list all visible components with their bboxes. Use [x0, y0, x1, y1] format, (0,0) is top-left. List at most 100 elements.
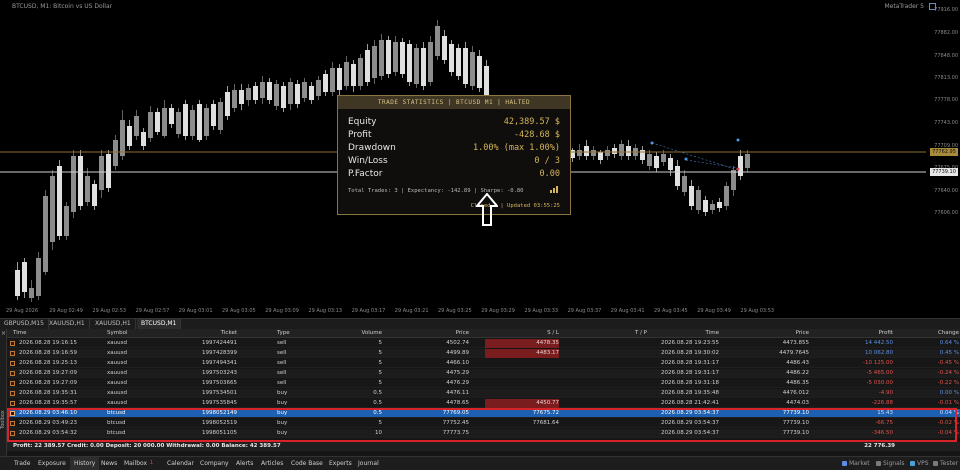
candle: [428, 36, 433, 86]
column-header[interactable]: T / P: [567, 329, 647, 338]
table-cell: [567, 359, 647, 368]
candle: [281, 82, 286, 112]
tab-gbpusd-m15[interactable]: GBPUSD,M15: [0, 319, 49, 329]
signals-button[interactable]: Signals: [876, 457, 905, 470]
table-row[interactable]: 2026.08.28 19:27:09 xauusd 1997503665 sell 5…: [7, 379, 960, 388]
tab-xauusd-h1[interactable]: XAUUSD,H1: [45, 319, 90, 329]
close-icon[interactable]: ×: [1, 330, 6, 337]
stats-header: TRADE STATISTICS | BTCUSD M1 | HALTED: [338, 96, 570, 109]
column-header[interactable]: Type: [277, 329, 317, 338]
table-cell: [567, 419, 647, 428]
candle: [43, 190, 48, 275]
chart-area[interactable]: BTCUSD, M1: Bitcoin vs US Dollar MetaTra…: [0, 0, 960, 318]
column-header[interactable]: Time: [13, 329, 83, 338]
candle: [731, 166, 736, 196]
table-row[interactable]: 2026.08.28 19:25:13 xauusd 1997494341 sell 5…: [7, 359, 960, 368]
table-cell: 77739.10: [782, 410, 809, 416]
candle: [372, 40, 377, 84]
candle: [316, 76, 321, 100]
time-tick-label: 29 Aug 03:17: [351, 308, 386, 314]
tab-calendar[interactable]: Calendar: [167, 457, 194, 470]
table-row[interactable]: 2026.08.28 19:16:59 xauusd 1997428399 sell 5…: [7, 349, 960, 358]
candle: [724, 182, 729, 210]
table-cell: sell: [277, 380, 287, 386]
tab-experts[interactable]: Experts: [329, 457, 352, 470]
tab-alerts[interactable]: Alerts: [236, 457, 253, 470]
table-cell: 4476.11: [446, 390, 469, 396]
column-header[interactable]: Ticket: [157, 329, 237, 338]
table-cell: sell: [277, 370, 287, 376]
table-cell: 5: [378, 380, 383, 386]
candle: [295, 80, 300, 108]
candle: [379, 34, 384, 80]
column-header[interactable]: Price: [727, 329, 809, 338]
table-row[interactable]: 2026.08.29 03:49:23 btcusd 1998052519 buy 5 7…: [7, 419, 960, 428]
trade-marker[interactable]: [736, 138, 740, 142]
price-tick-label: 77743.00: [934, 120, 958, 126]
tab-history[interactable]: History: [70, 457, 100, 470]
trade-marker[interactable]: [684, 157, 688, 161]
up-arrow-annotation: [476, 193, 498, 226]
table-cell: [485, 359, 559, 368]
trade-marker[interactable]: [736, 167, 740, 171]
bottom-tab-bar: Trade Exposure History News Mailbox 1 Ca…: [0, 456, 960, 470]
table-cell: 1997424491: [202, 340, 237, 346]
candle: [50, 170, 55, 250]
table-row[interactable]: 2026.08.28 19:27:09 xauusd 1997503243 sell 5…: [7, 369, 960, 378]
tab-btcusd-m1[interactable]: BTCUSD,M1: [137, 319, 182, 329]
tab-mailbox[interactable]: Mailbox: [124, 457, 147, 470]
candle: [246, 84, 251, 106]
column-header[interactable]: Volume: [337, 329, 382, 338]
tab-news[interactable]: News: [101, 457, 117, 470]
stats-value: 0 / 3: [534, 156, 560, 166]
time-tick-label: 29 Aug 03:33: [524, 308, 559, 314]
time-tick-label: 29 Aug 03:45: [654, 308, 688, 314]
table-cell: 2026.08.28 19:35:57: [19, 400, 77, 406]
candle: [253, 82, 258, 104]
table-row[interactable]: 2026.08.28 19:35:31 xauusd 1997534501 buy 0.…: [7, 389, 960, 398]
price-scale[interactable]: 77916.00 77882.00 77848.00 77813.00 77778.00…: [926, 0, 960, 318]
candle: [470, 46, 475, 90]
table-row[interactable]: 2026.08.29 03:46:10 btcusd 1998052149 buy 0.…: [7, 409, 960, 418]
candle: [85, 168, 90, 206]
candle: [619, 140, 624, 160]
tab-xauusd-h1[interactable]: XAUUSD,H1: [91, 319, 136, 329]
column-header[interactable]: Time: [647, 329, 719, 338]
time-scale[interactable]: 29 Aug 2026 29 Aug 02:49 29 Aug 02:53 29 Au…: [0, 306, 960, 318]
column-header[interactable]: Change: [895, 329, 959, 338]
market-button[interactable]: Market: [842, 457, 870, 470]
tab-journal[interactable]: Journal: [358, 457, 379, 470]
column-header[interactable]: Profit: [827, 329, 893, 338]
table-cell: 0.5: [373, 410, 382, 416]
market-label: Market: [849, 460, 870, 467]
trade-marker[interactable]: [650, 141, 654, 145]
table-cell: -0.45 %: [937, 360, 959, 366]
candle: [647, 150, 652, 170]
column-header[interactable]: Price: [417, 329, 469, 338]
table-cell: 77739.10: [782, 420, 809, 426]
tab-trade[interactable]: Trade: [14, 457, 30, 470]
tab-company[interactable]: Company: [200, 457, 229, 470]
stats-row-winloss: Win/Loss 0 / 3: [348, 156, 560, 169]
candle: [344, 56, 349, 90]
candle: [393, 36, 398, 76]
table-row[interactable]: 2026.08.29 03:54:32 btcusd 1998051105 buy 10…: [7, 429, 960, 438]
vps-button[interactable]: VPS: [910, 457, 929, 470]
candle: [22, 258, 27, 298]
table-cell: buy: [277, 420, 288, 426]
candle: [302, 78, 307, 102]
tab-code-base[interactable]: Code Base: [291, 457, 323, 470]
table-cell: 2026.08.28 21:42:41: [661, 400, 719, 406]
column-header[interactable]: S / L: [485, 329, 559, 338]
table-header: Time Symbol Ticket Type Volume Price S / LT / …: [7, 329, 960, 338]
price-tick-label: 77606.00: [934, 210, 958, 216]
tab-exposure[interactable]: Exposure: [38, 457, 66, 470]
stats-label: Drawdown: [348, 143, 396, 153]
table-cell: [567, 339, 647, 348]
table-row[interactable]: 2026.08.28 19:35:57 xauusd 1997535845 buy 0.…: [7, 399, 960, 408]
table-row[interactable]: 2026.08.28 19:16:15 xauusd 1997424491 sell 5…: [7, 339, 960, 348]
tester-button[interactable]: Tester: [933, 457, 958, 470]
tab-articles[interactable]: Articles: [261, 457, 283, 470]
order-icon: [10, 391, 15, 396]
price-tick-label: 77813.00: [934, 75, 958, 81]
